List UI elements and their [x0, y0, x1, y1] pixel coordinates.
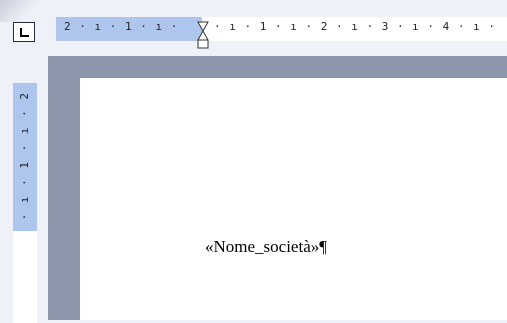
window-corner [0, 0, 40, 22]
hourglass-indent-icon[interactable] [197, 21, 209, 55]
merge-field-line[interactable]: «Nome_società»¶ [205, 237, 327, 257]
pilcrow-mark: ¶ [319, 237, 327, 256]
merge-field-nome-societa[interactable]: «Nome_società» [205, 237, 319, 256]
ruler-text-ticks: · ı · 1 · ı · 2 · ı · 3 · ı · 4 · ı · [214, 20, 497, 33]
horizontal-ruler[interactable]: 2 · ı · 1 · ı · · ı · 1 · ı · 2 · ı · 3 … [56, 17, 507, 41]
vertical-ruler[interactable]: · ı · 1 · ı · 2 [13, 83, 37, 323]
document-page[interactable] [80, 78, 507, 320]
ruler-margin-ticks: 2 · ı · 1 · ı · [64, 20, 179, 33]
tab-selector-button[interactable] [13, 22, 35, 42]
left-tab-icon [19, 27, 29, 37]
vertical-ruler-ticks: · ı · 1 · ı · 2 [18, 91, 31, 221]
